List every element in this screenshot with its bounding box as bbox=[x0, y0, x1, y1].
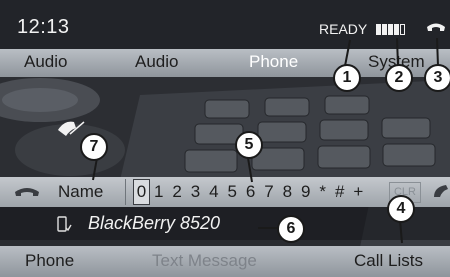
callout-6: 6 bbox=[277, 215, 305, 243]
callout-1: 1 bbox=[333, 64, 361, 92]
callout-4: 4 bbox=[387, 195, 415, 223]
callout-3: 3 bbox=[424, 64, 450, 92]
callout-leaders bbox=[92, 37, 439, 244]
callout-5: 5 bbox=[235, 131, 263, 159]
callout-7: 7 bbox=[80, 133, 108, 161]
callout-2: 2 bbox=[385, 64, 413, 92]
phone-screen: 12:13 READY Audio Audio Phone System Nam… bbox=[0, 0, 450, 277]
